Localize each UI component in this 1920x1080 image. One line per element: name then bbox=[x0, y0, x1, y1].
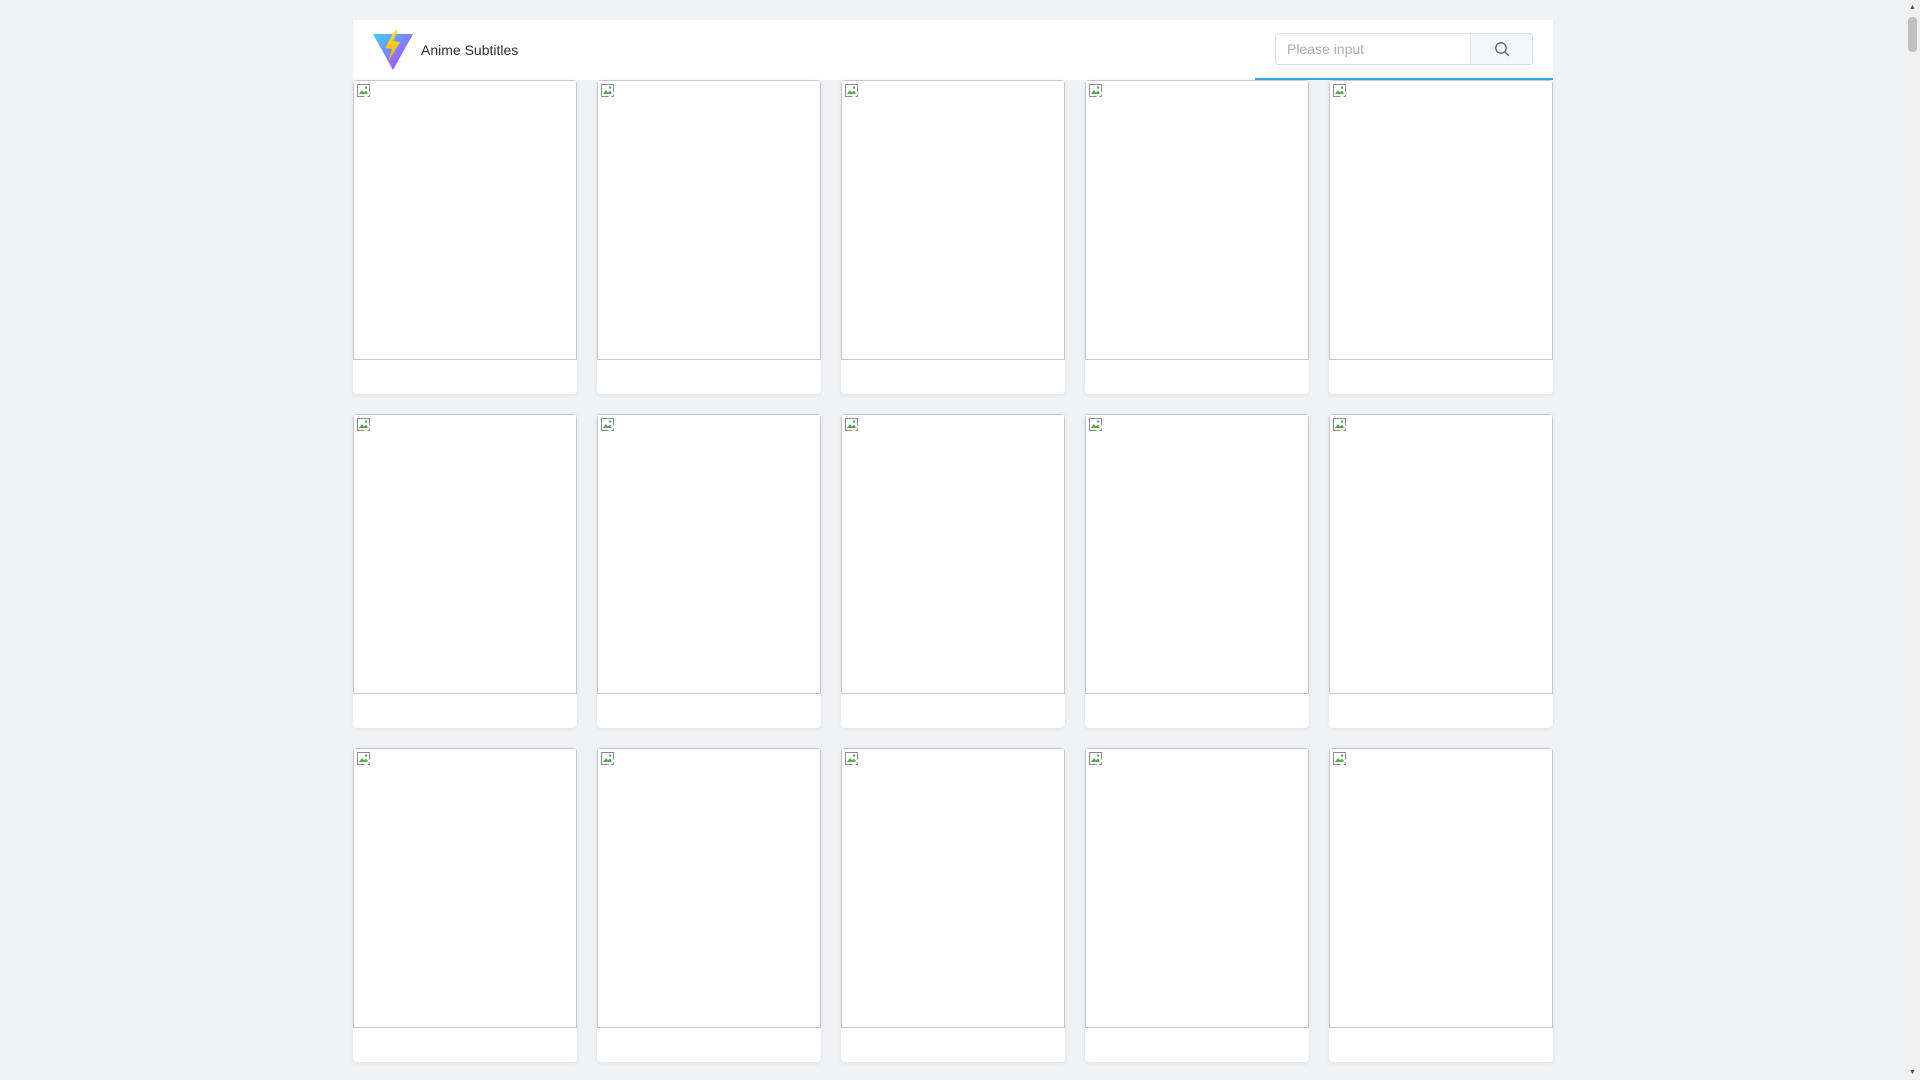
anime-cover-image[interactable] bbox=[597, 414, 821, 694]
broken-image-icon bbox=[1333, 752, 1348, 767]
anime-card[interactable] bbox=[841, 414, 1065, 728]
anime-card[interactable] bbox=[597, 748, 821, 1062]
scrollbar-thumb[interactable] bbox=[1908, 17, 1917, 52]
anime-card-title[interactable] bbox=[1329, 360, 1553, 394]
anime-cover-image[interactable] bbox=[1085, 414, 1309, 694]
broken-image-icon bbox=[601, 84, 616, 99]
broken-image-icon bbox=[1089, 84, 1104, 99]
anime-card-title[interactable] bbox=[353, 360, 577, 394]
search-button[interactable] bbox=[1470, 34, 1532, 64]
top-nav: Anime Subtitles bbox=[353, 20, 1553, 80]
anime-cover-image[interactable] bbox=[1085, 80, 1309, 360]
page-scrollbar[interactable]: ▲ ▼ bbox=[1905, 0, 1920, 1080]
anime-cover-image[interactable] bbox=[353, 80, 577, 360]
anime-cover-image[interactable] bbox=[1329, 414, 1553, 694]
anime-card[interactable] bbox=[841, 748, 1065, 1062]
broken-image-icon bbox=[845, 752, 860, 767]
anime-cover-image[interactable] bbox=[597, 80, 821, 360]
anime-card[interactable] bbox=[1329, 748, 1553, 1062]
anime-card[interactable] bbox=[597, 414, 821, 728]
brand-link[interactable]: Anime Subtitles bbox=[372, 29, 518, 71]
broken-image-icon bbox=[357, 418, 372, 433]
scroll-down-arrow-icon[interactable]: ▼ bbox=[1905, 1065, 1920, 1080]
anime-card-title[interactable] bbox=[597, 694, 821, 728]
anime-card[interactable] bbox=[1085, 748, 1309, 1062]
anime-cover-image[interactable] bbox=[841, 80, 1065, 360]
broken-image-icon bbox=[845, 418, 860, 433]
search-input[interactable] bbox=[1276, 34, 1470, 64]
anime-card-title[interactable] bbox=[1085, 360, 1309, 394]
anime-card-title[interactable] bbox=[597, 1028, 821, 1062]
anime-card[interactable] bbox=[353, 414, 577, 728]
anime-card[interactable] bbox=[1329, 414, 1553, 728]
anime-card[interactable] bbox=[1329, 80, 1553, 394]
anime-cover-image[interactable] bbox=[1329, 748, 1553, 1028]
vite-logo-icon bbox=[373, 30, 413, 70]
scroll-up-arrow-icon[interactable]: ▲ bbox=[1905, 0, 1920, 15]
broken-image-icon bbox=[1089, 752, 1104, 767]
broken-image-icon bbox=[357, 84, 372, 99]
anime-cover-image[interactable] bbox=[1085, 748, 1309, 1028]
anime-card-title[interactable] bbox=[1085, 694, 1309, 728]
broken-image-icon bbox=[357, 752, 372, 767]
broken-image-icon bbox=[601, 418, 616, 433]
anime-card[interactable] bbox=[1085, 414, 1309, 728]
anime-card-title[interactable] bbox=[841, 694, 1065, 728]
anime-cover-image[interactable] bbox=[353, 414, 577, 694]
brand-title: Anime Subtitles bbox=[421, 42, 519, 58]
anime-card-grid bbox=[353, 80, 1553, 1062]
anime-card[interactable] bbox=[597, 80, 821, 394]
anime-cover-image[interactable] bbox=[1329, 80, 1553, 360]
anime-card[interactable] bbox=[353, 748, 577, 1062]
search-menu-item bbox=[1255, 20, 1553, 80]
anime-card[interactable] bbox=[353, 80, 577, 394]
broken-image-icon bbox=[1089, 418, 1104, 433]
anime-card-title[interactable] bbox=[841, 360, 1065, 394]
anime-cover-image[interactable] bbox=[353, 748, 577, 1028]
anime-card[interactable] bbox=[841, 80, 1065, 394]
main-container: Anime Subtitles bbox=[353, 20, 1553, 1062]
anime-card-title[interactable] bbox=[353, 1028, 577, 1062]
anime-card-title[interactable] bbox=[597, 360, 821, 394]
broken-image-icon bbox=[601, 752, 616, 767]
broken-image-icon bbox=[1333, 418, 1348, 433]
anime-card-title[interactable] bbox=[1329, 1028, 1553, 1062]
anime-card[interactable] bbox=[1085, 80, 1309, 394]
anime-card-title[interactable] bbox=[841, 1028, 1065, 1062]
anime-cover-image[interactable] bbox=[841, 748, 1065, 1028]
page: Anime Subtitles ▲ ▼ bbox=[0, 0, 1920, 1080]
anime-cover-image[interactable] bbox=[597, 748, 821, 1028]
anime-cover-image[interactable] bbox=[841, 414, 1065, 694]
anime-card-title[interactable] bbox=[1329, 694, 1553, 728]
anime-card-title[interactable] bbox=[353, 694, 577, 728]
anime-card-title[interactable] bbox=[1085, 1028, 1309, 1062]
broken-image-icon bbox=[1333, 84, 1348, 99]
broken-image-icon bbox=[845, 84, 860, 99]
search-group bbox=[1275, 33, 1533, 65]
search-icon bbox=[1494, 42, 1509, 57]
